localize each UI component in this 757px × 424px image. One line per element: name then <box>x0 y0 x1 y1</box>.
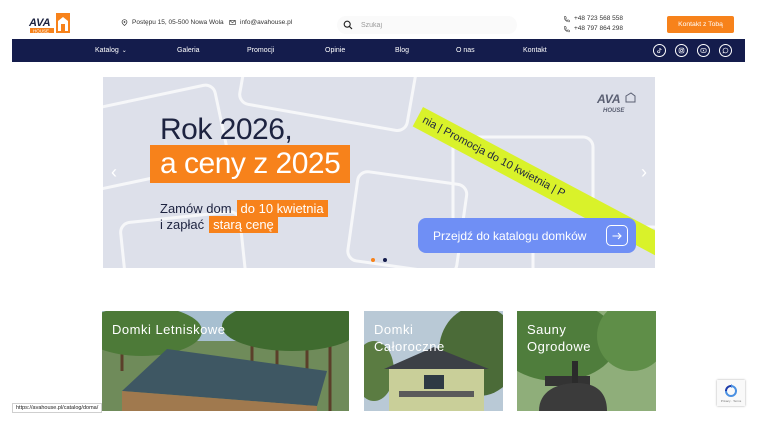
category-label: Sauny Ogrodowe <box>527 321 591 355</box>
nav-item-o-nas[interactable]: O nas <box>456 39 475 62</box>
tiktok-icon[interactable] <box>653 44 666 57</box>
instagram-icon[interactable] <box>675 44 688 57</box>
hero-title-line1: Rok 2026, <box>160 113 293 146</box>
nav-item-label: Promocji <box>247 47 275 54</box>
phone-list: +48 723 568 558 +48 797 864 298 <box>563 14 623 34</box>
hero-subtitle-highlight: do 10 kwietnia <box>236 200 328 217</box>
slider-dot[interactable] <box>383 258 387 262</box>
nav-item-label: Kontakt <box>523 47 547 54</box>
hero-logo: AVA HOUSE <box>596 92 636 114</box>
nav-item-katalog[interactable]: Katalog ⌄ <box>95 39 127 62</box>
email-text: info@avahouse.pl <box>240 19 293 26</box>
contact-button[interactable]: Kontakt z Tobą <box>667 16 734 33</box>
top-header: AVA HOUSE Postępu 15, 05-500 Nowa Wola i… <box>0 0 757 40</box>
category-label-line: Domki <box>374 322 414 337</box>
svg-text:HOUSE: HOUSE <box>603 108 625 114</box>
phone-item[interactable]: +48 723 568 558 <box>563 14 623 24</box>
location-pin-icon <box>121 19 128 26</box>
nav-item-opinie[interactable]: Opinie <box>325 39 345 62</box>
nav-item-promocji[interactable]: Promocji <box>247 39 274 62</box>
hero-subtitle-line1: Zamów dom do 10 kwietnia <box>160 200 328 217</box>
catalog-button-label: Przejdź do katalogu domków <box>433 228 587 243</box>
address-text: Postępu 15, 05-500 Nowa Wola <box>132 19 224 26</box>
whatsapp-icon[interactable] <box>719 44 732 57</box>
phone-icon <box>564 15 570 22</box>
svg-text:AVA: AVA <box>596 92 621 106</box>
email[interactable]: info@avahouse.pl <box>229 19 292 26</box>
youtube-icon[interactable] <box>697 44 710 57</box>
svg-text:AVA: AVA <box>28 17 51 29</box>
category-card-letniskowe[interactable]: Domki Letniskowe <box>102 311 349 411</box>
nav-item-label: O nas <box>456 47 475 54</box>
nav-item-blog[interactable]: Blog <box>395 39 409 62</box>
nav-item-label: Opinie <box>325 47 346 54</box>
address: Postępu 15, 05-500 Nowa Wola <box>121 19 224 26</box>
catalog-button[interactable]: Przejdź do katalogu domków <box>418 218 636 253</box>
arrow-right-icon <box>606 225 628 246</box>
main-nav: Katalog ⌄ Galeria Promocji Opinie Blog O … <box>12 39 745 62</box>
category-label-line: Sauny <box>527 322 567 337</box>
recaptcha-icon <box>725 383 737 397</box>
category-label-line: Całoroczne <box>374 339 445 354</box>
search-box[interactable] <box>337 16 517 34</box>
logo[interactable]: AVA HOUSE <box>28 11 72 35</box>
nav-item-label: Blog <box>395 47 410 54</box>
mail-icon <box>229 20 236 25</box>
category-label: Domki Letniskowe <box>112 322 226 337</box>
phone-item[interactable]: +48 797 864 298 <box>563 24 623 34</box>
svg-text:HOUSE: HOUSE <box>33 28 49 33</box>
hero-subtitle-text: i zapłać <box>160 217 205 232</box>
hero-subtitle-text: Zamów dom <box>160 201 232 216</box>
search-input[interactable] <box>361 21 501 29</box>
category-label: Domki Całoroczne <box>374 321 445 355</box>
chevron-down-icon: ⌄ <box>121 48 127 54</box>
slider-prev-icon[interactable]: ‹ <box>107 161 121 183</box>
recaptcha-text: Privacy · Terms <box>720 398 742 403</box>
category-card-caloroczne[interactable]: Domki Całoroczne <box>364 311 503 411</box>
page: AVA HOUSE Postępu 15, 05-500 Nowa Wola i… <box>0 0 757 424</box>
phone-icon <box>564 25 570 32</box>
slider-dot-active[interactable] <box>371 258 375 262</box>
category-card-sauny[interactable]: Sauny Ogrodowe <box>517 311 656 411</box>
nav-item-kontakt[interactable]: Kontakt <box>523 39 547 62</box>
hero-subtitle-line2: i zapłać starą cenę <box>160 216 278 233</box>
hero-slider[interactable]: nia | Promocja do 10 kwietnia | P AVA HO… <box>103 77 655 268</box>
nav-item-label: Katalog <box>95 47 119 54</box>
slider-next-icon[interactable]: › <box>637 161 651 183</box>
status-bar-url: https://avahouse.pl/catalog/doma/ <box>12 403 103 413</box>
hero-subtitle-highlight: starą cenę <box>209 216 278 233</box>
category-label-line: Ogrodowe <box>527 339 591 354</box>
search-icon[interactable] <box>343 20 353 30</box>
nav-item-label: Galeria <box>177 47 200 54</box>
phone-number: +48 723 568 558 <box>574 15 623 22</box>
recaptcha-badge[interactable]: Privacy · Terms <box>717 380 745 406</box>
phone-number: +48 797 864 298 <box>574 25 623 32</box>
hero-title-line2: a ceny z 2025 <box>150 145 351 183</box>
nav-item-galeria[interactable]: Galeria <box>177 39 200 62</box>
